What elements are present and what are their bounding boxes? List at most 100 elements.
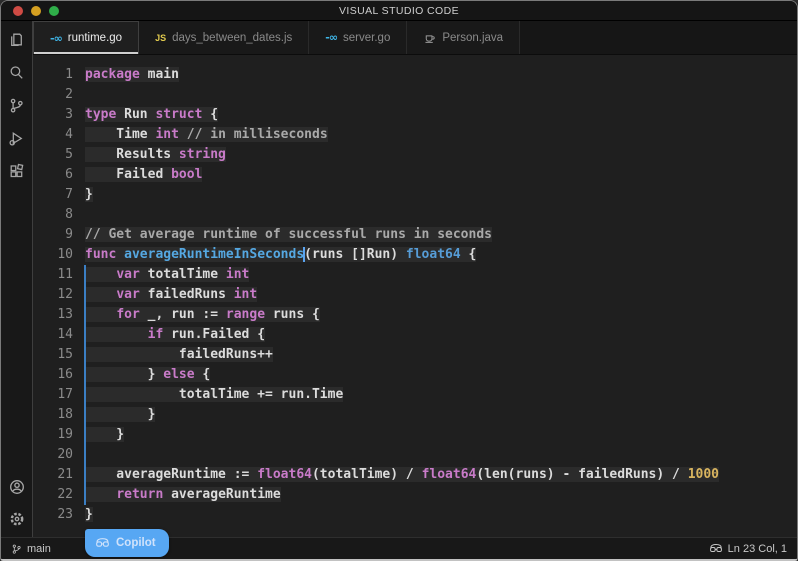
go-icon: -∞: [325, 31, 337, 44]
code-line-18[interactable]: 18 }: [33, 405, 797, 425]
js-icon: JS: [155, 33, 166, 43]
line-number: 9: [33, 225, 73, 245]
copilot-button-label: Copilot: [116, 537, 156, 549]
code-line-11[interactable]: 11 var totalTime int: [33, 265, 797, 285]
run-debug-icon[interactable]: [7, 128, 27, 148]
code-line-22[interactable]: 22 return averageRuntime: [33, 485, 797, 505]
source-control-icon[interactable]: [7, 95, 27, 115]
line-number: 7: [33, 185, 73, 205]
line-number: 22: [33, 485, 73, 505]
code-text: failedRuns++: [85, 347, 273, 362]
tab-bar: -∞ runtime.go JS days_between_dates.js -∞ ser…: [33, 21, 797, 55]
line-number: 16: [33, 365, 73, 385]
code-text: Failed bool: [85, 167, 202, 182]
line-number: 13: [33, 305, 73, 325]
line-number: 1: [33, 65, 73, 85]
search-icon[interactable]: [7, 62, 27, 82]
code-text: totalTime += run.Time: [85, 387, 343, 402]
tab-label: days_between_dates.js: [172, 32, 292, 44]
code-text: for _, run := range runs {: [85, 307, 320, 322]
activity-bar: [1, 21, 33, 537]
code-line-4[interactable]: 4 Time int // in milliseconds: [33, 125, 797, 145]
line-number: 14: [33, 325, 73, 345]
code-line-6[interactable]: 6 Failed bool: [33, 165, 797, 185]
code-text: Results string: [85, 147, 226, 162]
cursor-position-label: Ln 23 Col, 1: [728, 543, 787, 555]
code-line-7[interactable]: 7}: [33, 185, 797, 205]
code-text: averageRuntime := float64(totalTime) / f…: [85, 467, 719, 482]
maximize-window-button[interactable]: [49, 6, 59, 16]
copilot-status-icon: [709, 543, 723, 555]
code-line-15[interactable]: 15 failedRuns++: [33, 345, 797, 365]
go-icon: -∞: [50, 32, 62, 45]
code-text: // Get average runtime of successful run…: [85, 227, 492, 242]
code-text: }: [85, 427, 124, 442]
line-number: 6: [33, 165, 73, 185]
line-number: 3: [33, 105, 73, 125]
code-line-3[interactable]: 3 type Run struct {: [33, 105, 797, 125]
line-number: 4: [33, 125, 73, 145]
git-branch-label: main: [27, 543, 51, 555]
extensions-icon[interactable]: [7, 161, 27, 181]
code-line-8[interactable]: 8: [33, 205, 797, 225]
line-number: 15: [33, 345, 73, 365]
code-text: var failedRuns int: [85, 287, 257, 302]
line-number: 17: [33, 385, 73, 405]
window-title: Visual Studio Code: [1, 5, 797, 17]
tab-days_between_dates.js[interactable]: JS days_between_dates.js: [139, 21, 309, 54]
line-number: 10: [33, 245, 73, 265]
files-icon[interactable]: [7, 29, 27, 49]
code-text: return averageRuntime: [85, 487, 281, 502]
tab-runtime.go[interactable]: -∞ runtime.go: [33, 21, 139, 54]
traffic-lights: [13, 6, 59, 16]
code-line-2[interactable]: 2: [33, 85, 797, 105]
tab-Person.java[interactable]: Person.java: [407, 21, 520, 54]
code-line-17[interactable]: 17 totalTime += run.Time: [33, 385, 797, 405]
code-editor[interactable]: 1 package main 23 type Run struct { 4 Time i…: [33, 55, 797, 537]
cursor-position-indicator[interactable]: Ln 23 Col, 1: [709, 543, 787, 555]
minimize-window-button[interactable]: [31, 6, 41, 16]
code-line-1[interactable]: 1 package main: [33, 65, 797, 85]
code-line-12[interactable]: 12 var failedRuns int: [33, 285, 797, 305]
code-text: }: [85, 187, 93, 202]
git-branch-icon: [11, 543, 22, 555]
line-number: 18: [33, 405, 73, 425]
code-line-19[interactable]: 19 }: [33, 425, 797, 445]
settings-gear-icon[interactable]: [7, 509, 27, 529]
tab-label: runtime.go: [68, 32, 122, 44]
line-number: 8: [33, 205, 73, 225]
code-line-9[interactable]: 9 // Get average runtime of successful ru…: [33, 225, 797, 245]
git-branch-indicator[interactable]: main: [11, 543, 51, 555]
line-number: 21: [33, 465, 73, 485]
line-number: 23: [33, 505, 73, 525]
title-bar: Visual Studio Code: [1, 1, 797, 21]
java-icon: [423, 31, 436, 44]
close-window-button[interactable]: [13, 6, 23, 16]
account-icon[interactable]: [7, 477, 27, 497]
code-text: Time int // in milliseconds: [85, 127, 328, 142]
line-number: 20: [33, 445, 73, 465]
code-line-13[interactable]: 13 for _, run := range runs {: [33, 305, 797, 325]
code-text: } else {: [85, 367, 210, 382]
line-number: 2: [33, 85, 73, 105]
line-number: 11: [33, 265, 73, 285]
code-line-20[interactable]: 20: [33, 445, 797, 465]
tab-server.go[interactable]: -∞ server.go: [309, 21, 407, 54]
code-line-14[interactable]: 14 if run.Failed {: [33, 325, 797, 345]
code-line-21[interactable]: 21 averageRuntime := float64(totalTime) …: [33, 465, 797, 485]
code-line-23[interactable]: 23}: [33, 505, 797, 525]
vscode-window: Visual Studio Code: [0, 0, 798, 561]
copilot-icon: [95, 537, 110, 550]
code-text: }: [85, 407, 155, 422]
active-indent-guide: [84, 265, 86, 505]
code-line-16[interactable]: 16 } else {: [33, 365, 797, 385]
code-text: type Run struct {: [85, 107, 218, 122]
code-line-5[interactable]: 5 Results string: [33, 145, 797, 165]
line-number: 12: [33, 285, 73, 305]
line-number: 5: [33, 145, 73, 165]
tab-label: server.go: [343, 32, 390, 44]
code-text: func averageRuntimeInSeconds(runs []Run)…: [85, 247, 476, 262]
code-text: package main: [85, 67, 179, 82]
code-line-10[interactable]: 10 func averageRuntimeInSeconds(runs []Ru…: [33, 245, 797, 265]
copilot-button[interactable]: Copilot: [85, 529, 169, 557]
